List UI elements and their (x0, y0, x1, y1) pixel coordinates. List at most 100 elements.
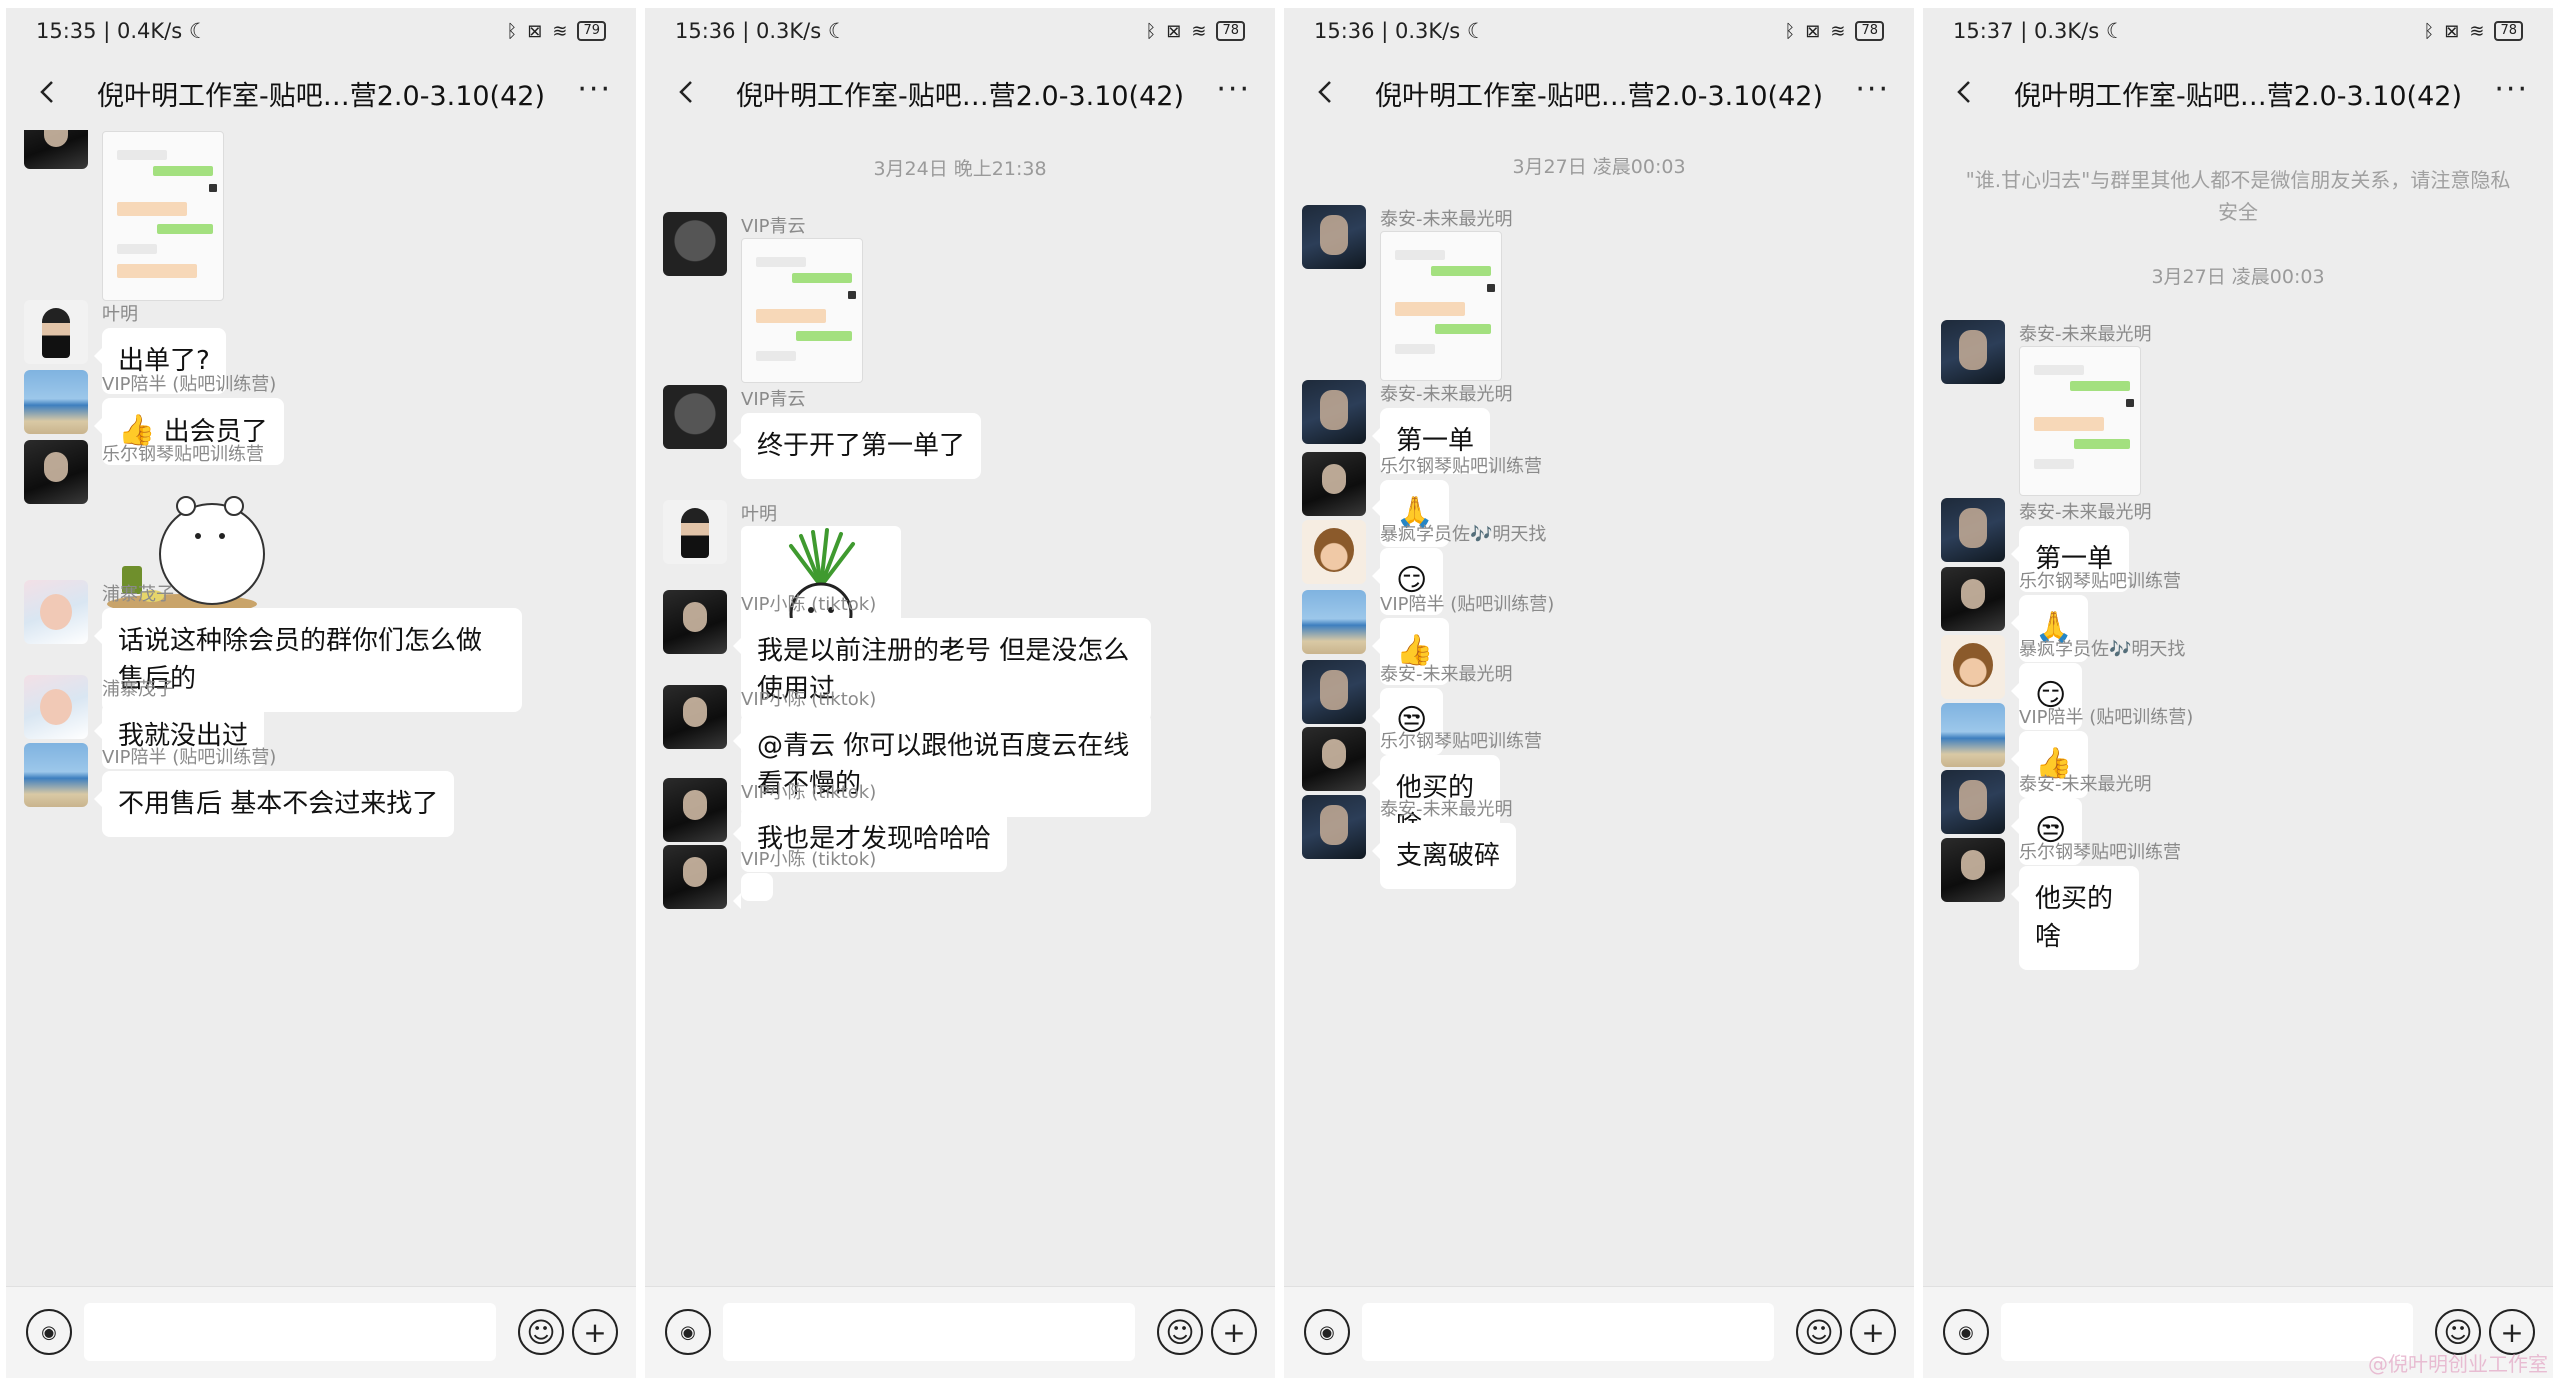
sender-name: 乐尔钢琴贴吧训练营 (1380, 456, 1542, 477)
avatar[interactable] (1941, 498, 2005, 562)
avatar[interactable] (663, 212, 727, 276)
input-bar: ◉ ☺ + (6, 1286, 636, 1378)
message-bubble[interactable]: 支离破碎 (1371, 823, 1517, 889)
message-bubble[interactable]: 他买的啥 (2011, 866, 2139, 970)
status-time: 15:36 (675, 19, 736, 43)
phone-panel: 15:36 | 0.3K/s ☾ ᛒ ⊠ ≋ 78 倪叶明工作室-贴吧…营2.0-3.10… (645, 8, 1275, 1378)
chat-title: 倪叶明工作室-贴吧…营2.0-3.10(42) (2014, 81, 2462, 112)
sender-name: 暴疯学员佐🎶明天找 (1380, 524, 1547, 545)
chat-area[interactable]: 3月24日 晚上21:38VIP青云VIP青云终于开了第一单了叶明我，韭菜，割我… (645, 130, 1275, 1286)
phone-panel: 15:36 | 0.3K/s ☾ ᛒ ⊠ ≋ 78 倪叶明工作室-贴吧…营2.0-3.10… (1284, 8, 1914, 1378)
message-bubble[interactable]: 终于开了第一单了 (733, 413, 981, 479)
message-bubble[interactable] (733, 873, 773, 909)
sender-name: 泰安-未来最光明 (1380, 209, 1513, 230)
sender-name: VIP青云 (741, 389, 806, 410)
more-actions-icon[interactable]: + (572, 1309, 618, 1355)
avatar[interactable] (1302, 452, 1366, 516)
sim-icon: ⊠ (1166, 20, 1182, 42)
battery-icon: 78 (1855, 21, 1884, 41)
chat-area[interactable]: "谁.甘心归去"与群里其他人都不是微信朋友关系，请注意隐私安全 3月27日 凌晨0… (1923, 130, 2553, 1286)
message-input[interactable] (2001, 1303, 2413, 1361)
avatar[interactable] (1302, 727, 1366, 791)
bluetooth-icon: ᛒ (1784, 20, 1796, 42)
avatar[interactable] (663, 845, 727, 909)
chat-area[interactable]: 乐尔钢琴贴吧训练营叶明出单了?VIP陪半 (贴吧训练营)👍 出会员了乐尔钢琴贴吧… (6, 130, 636, 1286)
avatar[interactable] (1302, 380, 1366, 444)
avatar[interactable] (24, 580, 88, 644)
avatar[interactable] (663, 590, 727, 654)
privacy-notice: "谁.甘心归去"与群里其他人都不是微信朋友关系，请注意隐私安全 (1965, 168, 2511, 224)
avatar[interactable] (1302, 660, 1366, 724)
battery-icon: 78 (2494, 21, 2523, 41)
wifi-icon: ≋ (1830, 20, 1846, 42)
title-bar: 倪叶明工作室-贴吧…营2.0-3.10(42) ··· (1284, 54, 1914, 130)
bluetooth-icon: ᛒ (1145, 20, 1157, 42)
sender-name: 泰安-未来最光明 (1380, 664, 1513, 685)
avatar[interactable] (24, 743, 88, 807)
avatar[interactable] (1941, 320, 2005, 384)
title-bar: 倪叶明工作室-贴吧…营2.0-3.10(42) ··· (1923, 54, 2553, 130)
back-icon[interactable] (30, 74, 66, 110)
avatar[interactable] (663, 778, 727, 842)
status-bar: 15:36 | 0.3K/s ☾ ᛒ ⊠ ≋ 78 (645, 8, 1275, 54)
avatar[interactable] (1302, 205, 1366, 269)
voice-input-icon[interactable]: ◉ (665, 1309, 711, 1355)
emoji-picker-icon[interactable]: ☺ (1157, 1309, 1203, 1355)
wifi-icon: ≋ (1191, 20, 1207, 42)
more-actions-icon[interactable]: + (1211, 1309, 1257, 1355)
avatar[interactable] (1941, 703, 2005, 767)
more-options-icon[interactable]: ··· (1855, 72, 1890, 107)
message-bubble[interactable]: 不用售后 基本不会过来找了 (93, 771, 455, 837)
status-icons: ᛒ ⊠ ≋ 78 (1145, 21, 1245, 42)
sim-icon: ⊠ (527, 20, 543, 42)
back-icon[interactable] (669, 74, 705, 110)
wifi-icon: ≋ (552, 20, 568, 42)
back-icon[interactable] (1947, 74, 1983, 110)
avatar[interactable] (663, 685, 727, 749)
avatar[interactable] (24, 440, 88, 504)
avatar[interactable] (1302, 795, 1366, 859)
avatar[interactable] (1941, 635, 2005, 699)
avatar[interactable] (1941, 770, 2005, 834)
sender-name: VIP青云 (741, 216, 806, 237)
sender-name: 乐尔钢琴贴吧训练营 (2019, 571, 2181, 592)
more-actions-icon[interactable]: + (1850, 1309, 1896, 1355)
message-input[interactable] (84, 1303, 496, 1361)
emoji-picker-icon[interactable]: ☺ (1796, 1309, 1842, 1355)
sender-name: VIP陪半 (贴吧训练营) (1380, 594, 1555, 615)
sender-name: 泰安-未来最光明 (1380, 799, 1513, 820)
sender-name: 叶明 (102, 304, 138, 325)
sender-name: 泰安-未来最光明 (2019, 502, 2152, 523)
avatar[interactable] (663, 385, 727, 449)
image-screenshot[interactable] (741, 238, 863, 383)
avatar[interactable] (1941, 838, 2005, 902)
avatar[interactable] (24, 675, 88, 739)
image-screenshot[interactable] (2019, 346, 2141, 496)
avatar[interactable] (1302, 590, 1366, 654)
image-screenshot[interactable] (102, 131, 224, 301)
avatar[interactable] (1302, 520, 1366, 584)
more-options-icon[interactable]: ··· (577, 72, 612, 107)
sim-icon: ⊠ (2444, 20, 2460, 42)
avatar[interactable] (663, 500, 727, 564)
message-input[interactable] (1362, 1303, 1774, 1361)
more-options-icon[interactable]: ··· (2494, 72, 2529, 107)
message-input[interactable] (723, 1303, 1135, 1361)
avatar[interactable] (24, 130, 88, 169)
status-speed: 0.3K/s (755, 19, 822, 43)
emoji-picker-icon[interactable]: ☺ (518, 1309, 564, 1355)
image-screenshot[interactable] (1380, 231, 1502, 381)
avatar[interactable] (1941, 567, 2005, 631)
sender-name: 浦寨茂子 (102, 584, 174, 605)
avatar[interactable] (24, 300, 88, 364)
status-left: 15:36 | 0.3K/s ☾ (1314, 19, 1486, 43)
screenshot-collage: 15:35 | 0.4K/s ☾ ᛒ ⊠ ≋ 79 倪叶明工作室-贴吧…营2.0-3.10… (0, 0, 2560, 1383)
more-options-icon[interactable]: ··· (1216, 72, 1251, 107)
voice-input-icon[interactable]: ◉ (26, 1309, 72, 1355)
voice-input-icon[interactable]: ◉ (1943, 1309, 1989, 1355)
moon-icon: ☾ (2099, 19, 2125, 43)
voice-input-icon[interactable]: ◉ (1304, 1309, 1350, 1355)
back-icon[interactable] (1308, 74, 1344, 110)
chat-area[interactable]: 3月27日 凌晨00:03 泰安-未来最光明 泰安-未来最光明 第一单 乐尔钢琴贴吧训练… (1284, 130, 1914, 1286)
avatar[interactable] (24, 370, 88, 434)
